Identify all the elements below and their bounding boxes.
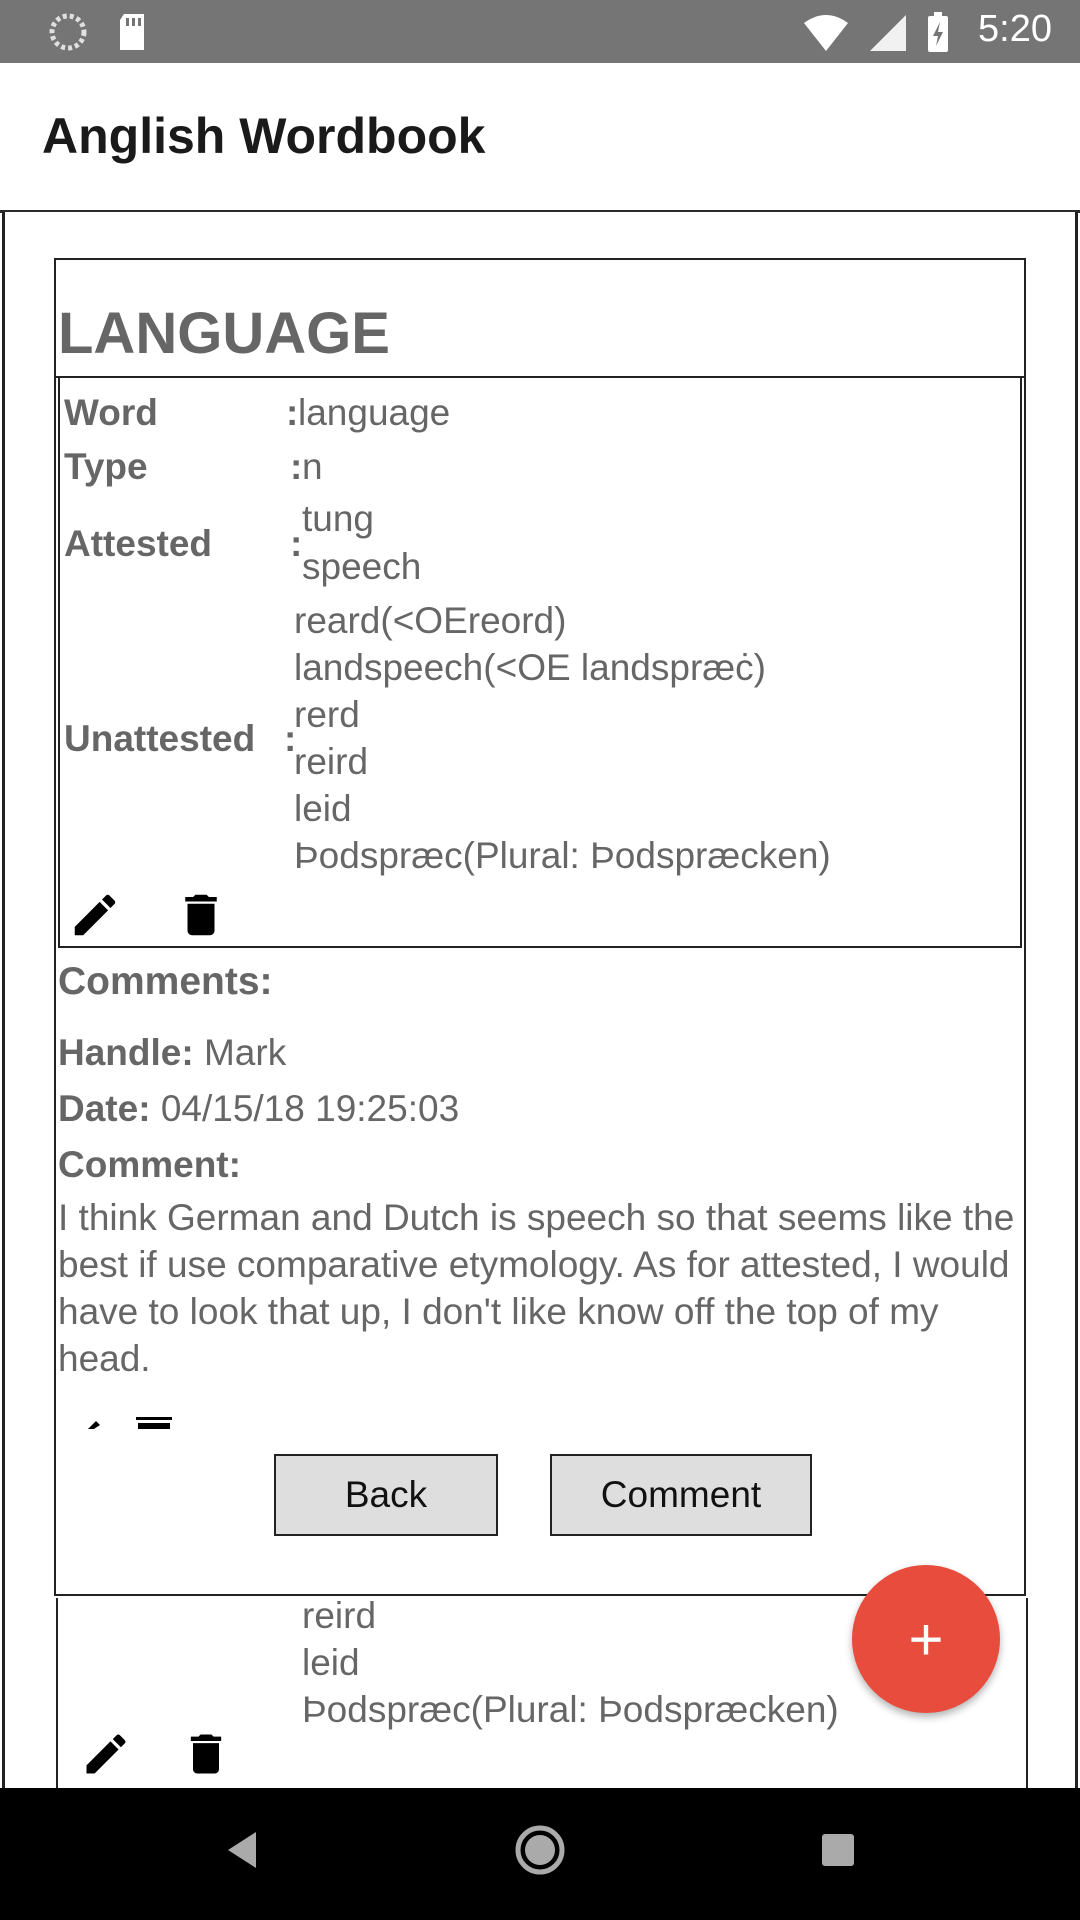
sd-card-icon — [120, 14, 144, 50]
word-value: language — [298, 392, 451, 433]
unattested-value: reard(<OEreord) — [294, 600, 567, 641]
word-card: Word : language Type : n Attested : tung… — [58, 378, 1022, 948]
attested-row: Attested — [64, 523, 212, 565]
attested-value: tung — [302, 498, 375, 539]
colon: : — [290, 446, 303, 487]
unattested-value: landspeech(<OE landspræċ) — [294, 647, 767, 688]
unattested-value: rerd — [294, 694, 360, 735]
loading-icon — [49, 13, 87, 51]
unattested-value: Þodspræc(Plural: Þodspræcken) — [294, 835, 831, 876]
date-value: 04/15/18 19:25:03 — [160, 1088, 460, 1129]
attested-value: speech — [302, 546, 422, 587]
comments-header: Comments: — [58, 960, 273, 1003]
battery-charging-icon — [928, 12, 948, 52]
nav-bar — [0, 1788, 1080, 1920]
edit-icon[interactable] — [80, 1728, 132, 1780]
recents-nav-icon[interactable] — [816, 1820, 860, 1880]
dialog-title: LANGUAGE — [58, 301, 390, 366]
list-item: reird — [302, 1595, 377, 1636]
comments-section: Comments: Handle: Mark Date: 04/15/18 19… — [58, 960, 1024, 1382]
handle-label: Handle: — [58, 1032, 194, 1073]
word-detail-dialog: LANGUAGE Word : language Type : n Attest… — [54, 258, 1026, 1596]
edit-icon[interactable] — [68, 888, 122, 942]
home-nav-icon[interactable] — [512, 1820, 568, 1880]
type-row: Type — [64, 446, 148, 488]
date-line: Date: 04/15/18 19:25:03 — [58, 1088, 1024, 1130]
plus-icon: + — [908, 1605, 944, 1673]
wifi-icon — [804, 15, 848, 51]
word-label: Word — [64, 392, 158, 433]
unattested-value: reird — [294, 741, 369, 782]
delete-icon[interactable] — [134, 1415, 174, 1429]
comment-text: I think German and Dutch is speech so th… — [58, 1197, 1015, 1379]
comment-label: Comment: — [58, 1144, 241, 1185]
colon: : — [286, 392, 299, 433]
date-label: Date: — [58, 1088, 151, 1129]
add-fab[interactable]: + — [852, 1565, 1000, 1713]
unattested-value: leid — [294, 788, 352, 829]
type-label: Type — [64, 446, 148, 487]
back-nav-icon[interactable] — [222, 1820, 262, 1880]
unattested-label: Unattested — [64, 718, 256, 759]
back-button[interactable]: Back — [274, 1454, 498, 1536]
comment-button[interactable]: Comment — [550, 1454, 812, 1536]
app-title: Anglish Wordbook — [42, 108, 486, 164]
delete-icon[interactable] — [180, 1728, 232, 1780]
type-value: n — [302, 446, 323, 487]
colon: : — [290, 523, 303, 564]
unattested-row: Unattested — [64, 718, 255, 760]
comment-actions — [86, 1415, 174, 1429]
delete-icon[interactable] — [174, 888, 228, 942]
word-row: Word — [64, 392, 158, 434]
edit-icon[interactable] — [86, 1415, 112, 1429]
status-bar: 5:20 — [0, 0, 1080, 63]
app-bar: Anglish Wordbook — [0, 63, 1080, 213]
handle-line: Handle: Mark — [58, 1032, 1024, 1074]
clock: 5:20 — [978, 8, 1052, 50]
handle-value: Mark — [203, 1032, 287, 1073]
list-item: Þodspræc(Plural: Þodspræcken) — [302, 1689, 839, 1730]
list-item: leid — [302, 1642, 360, 1683]
signal-icon — [870, 15, 906, 51]
attested-label: Attested — [64, 523, 213, 564]
